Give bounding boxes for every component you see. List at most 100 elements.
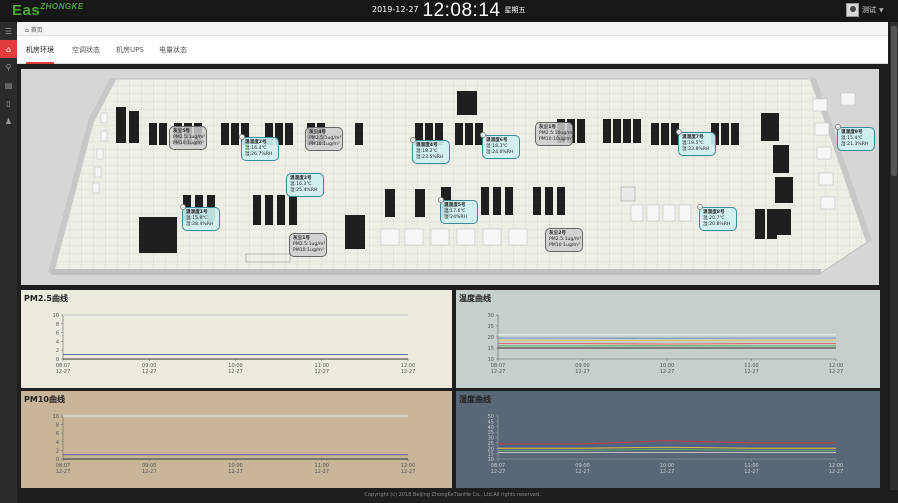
x-tick-label: 12-27 [744, 469, 759, 475]
sensor-th-9[interactable]: • 温湿度9号 温:15.4℃ 湿:21.3%RH [835, 124, 875, 151]
tab-ac-status[interactable]: 空调状态 [72, 36, 100, 64]
footer-copyright: Copyright (c) 2018 Beijing ZhongKeTianHe… [364, 492, 541, 498]
y-tick-label: 20 [488, 446, 494, 452]
y-tick-label: 30 [488, 313, 494, 319]
y-tick-label: 2 [56, 348, 59, 354]
x-tick-label: 12-27 [829, 369, 844, 375]
list-icon[interactable]: ▤ [0, 76, 17, 94]
x-tick-label: 12-27 [56, 369, 71, 375]
tab-bar: 机房环境 空调状态 机房UPS 电量状态 [17, 36, 888, 64]
home-icon[interactable]: ⌂ [0, 40, 17, 58]
x-tick-label: 12-27 [491, 369, 506, 375]
temperature-chart: 101520253008:0712-2709:0012-2710:0012-27… [456, 290, 880, 388]
clock-text: 12:08:14 [422, 0, 501, 21]
sensor-th-4[interactable]: • 温湿度4号 温:18.2℃ 湿:23.5%RH [410, 137, 450, 164]
home-small-icon: ⌂ [25, 27, 29, 34]
sensor-th-2[interactable]: • 温湿度2号 温:16.4℃ 湿:26.7%RH [239, 134, 279, 161]
sensor-th-8[interactable]: • 温湿度8号 温:20.7℃ 湿:20.8%RH [697, 204, 737, 231]
x-tick-label: 12-27 [660, 469, 675, 475]
y-tick-label: 2 [56, 448, 59, 454]
menu-icon[interactable]: ☰ [0, 22, 17, 40]
user-menu[interactable]: 测试 ▼ [846, 3, 884, 17]
sensor-dot-icon: • [438, 197, 444, 203]
sensor-th-5[interactable]: • 温湿度5号 温:17.6℃ 湿:24%RH [438, 197, 478, 224]
sensor-dot-icon: • [180, 204, 186, 210]
sensor-dot-icon: • [697, 204, 703, 210]
sensor-dot-icon: • [410, 137, 416, 143]
user-icon[interactable]: ♟ [0, 112, 17, 130]
x-tick-label: 12-27 [142, 369, 157, 375]
y-tick-label: 15 [488, 452, 494, 458]
app-logo[interactable]: EasZHONGKE [12, 2, 84, 19]
y-tick-label: 25 [488, 324, 494, 330]
top-bar: EasZHONGKE 2019-12-27 12:08:14 星期五 测试 ▼ [0, 0, 898, 22]
x-tick-label: 12-27 [491, 469, 506, 475]
pm10-chart-title: PM10曲线 [24, 395, 65, 404]
y-tick-label: 30 [488, 436, 494, 442]
username-label: 测试 [862, 6, 876, 14]
sensor-th-6[interactable]: • 温湿度6号 温:18.3℃ 湿:24.6%RH [480, 132, 520, 159]
breadcrumb: ⌂ 首页 [17, 22, 888, 36]
x-tick-label: 12-27 [401, 469, 416, 475]
sensor-dust-2[interactable]: 灰尘2号 PM2.5:1ug/m³ PM10:1ug/m³ [545, 228, 583, 252]
page-scrollbar[interactable] [890, 22, 898, 490]
tab-room-env[interactable]: 机房环境 [26, 36, 54, 64]
y-tick-label: 10 [53, 313, 59, 319]
temperature-chart-title: 温度曲线 [459, 294, 491, 303]
pm25-chart-title: PM2.5曲线 [24, 294, 68, 303]
y-tick-label: 25 [488, 441, 494, 447]
sensor-th-7[interactable]: • 温湿度7号 温:19.5℃ 湿:23.8%RH [676, 129, 716, 156]
sensor-dot-icon: • [239, 134, 245, 140]
x-tick-label: 12-27 [228, 369, 243, 375]
sensor-dust-1b[interactable]: 灰尘1号 PM2.5:1ug/m³ PM10:1ug/m³ [289, 233, 327, 257]
pm10-chart-panel: 0 2 4 6 8 10 08:07 12-27 09:00 12-27 10:00 12-27 11:… [21, 391, 452, 488]
sensor-th-1[interactable]: • 温湿度1号 温:15.9℃ 湿:28.4%RH [180, 204, 220, 231]
y-tick-label: 35 [488, 430, 494, 436]
date-text: 2019-12-27 [372, 5, 419, 14]
y-tick-label: 10 [53, 414, 59, 420]
sensor-dust-4[interactable]: 灰尘4号 PM2.5:1ug/m³ PM10:1ug/m³ [305, 127, 343, 151]
x-tick-label: 12-27 [314, 469, 329, 475]
floor-plan-graphic [21, 69, 879, 285]
x-tick-label: 12-27 [401, 369, 416, 375]
room-floor-plan: 灰尘5号 PM2.5:1ug/m³ PM10:1ug/m³ • 温湿度2号 温:16.4… [21, 69, 879, 285]
sensor-dot-icon: • [835, 124, 841, 130]
sensor-dust-1[interactable]: 灰尘1号 PM2.5:10ug/m³ PM10:10ug/m³ [535, 122, 574, 146]
y-tick-label: 6 [56, 331, 59, 337]
sensor-dust-5[interactable]: 灰尘5号 PM2.5:1ug/m³ PM10:1ug/m³ [169, 126, 207, 150]
tab-power-status[interactable]: 电量状态 [159, 36, 187, 64]
x-tick-label: 12-27 [56, 469, 71, 475]
y-tick-label: 45 [488, 419, 494, 425]
breadcrumb-home[interactable]: 首页 [31, 27, 43, 34]
y-tick-label: 20 [488, 335, 494, 341]
humidity-chart-panel: 10 15 20 25 30 35 40 45 50 08:07 12-27 09:00 12-27 10… [456, 391, 880, 488]
x-tick-label: 12-27 [829, 469, 844, 475]
y-tick-label: 6 [56, 431, 59, 437]
sensor-th-3[interactable]: 温湿度3号 温:16.3℃ 湿:25.4%RH [286, 173, 324, 197]
y-tick-label: 4 [56, 440, 59, 446]
pm25-chart: 024681008:0712-2709:0012-2710:0012-2711:… [21, 290, 452, 388]
scrollbar-thumb[interactable] [891, 26, 897, 176]
x-tick-label: 12-27 [660, 369, 675, 375]
y-tick-label: 4 [56, 339, 59, 345]
x-tick-label: 12-27 [314, 369, 329, 375]
search-icon[interactable]: ⚲ [0, 58, 17, 76]
tab-room-ups[interactable]: 机房UPS [116, 36, 144, 64]
sidebar: ☰ ⌂ ⚲ ▤ ▯ ♟ [0, 22, 17, 503]
temperature-chart-panel: 10 15 20 25 30 08:07 12-27 09:00 12-27 10:00 12-27… [456, 290, 880, 388]
weekday-text: 星期五 [504, 6, 526, 14]
x-tick-label: 12-27 [228, 469, 243, 475]
x-tick-label: 12-27 [575, 469, 590, 475]
avatar [846, 3, 859, 17]
y-tick-label: 50 [488, 414, 494, 420]
y-tick-label: 40 [488, 425, 494, 431]
y-tick-label: 8 [56, 423, 59, 429]
chevron-down-icon: ▼ [879, 6, 884, 14]
sensor-dot-icon: • [676, 129, 682, 135]
x-tick-label: 12-27 [744, 369, 759, 375]
pm25-chart-panel: 0 2 4 6 8 10 08:07 12-27 09:00 12-27 10:00 12-27 11:… [21, 290, 452, 388]
datetime-display: 2019-12-27 12:08:14 星期五 [372, 0, 525, 22]
bookmark-icon[interactable]: ▯ [0, 94, 17, 112]
x-tick-label: 12-27 [142, 469, 157, 475]
humidity-chart: 10152025303540455008:0712-2709:0012-2710… [456, 391, 880, 488]
